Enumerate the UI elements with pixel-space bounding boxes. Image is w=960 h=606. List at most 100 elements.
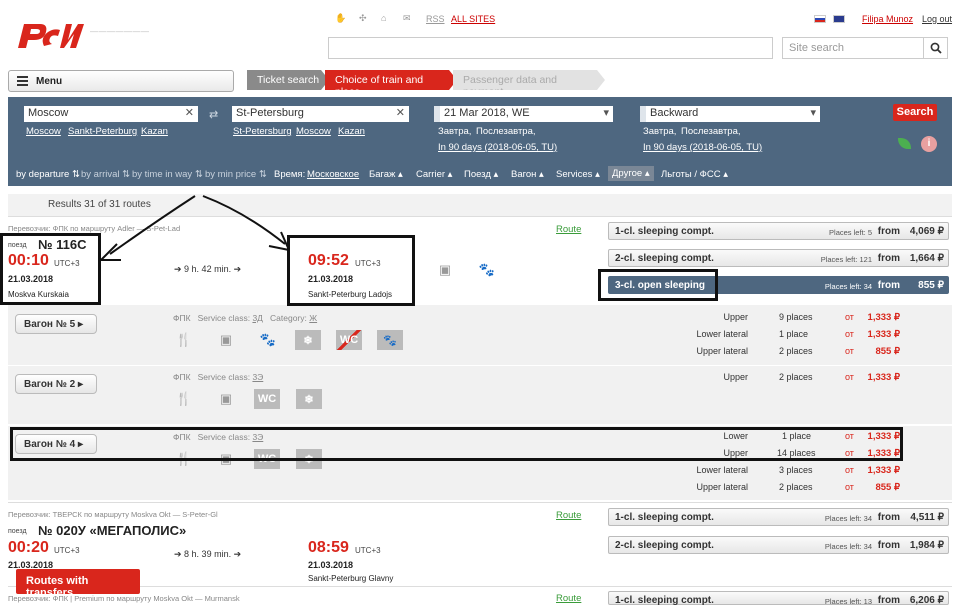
seat-type: Upper lateral [696,482,748,492]
time-label: Время: [274,169,306,180]
accessibility-icon[interactable]: ✋ [335,13,346,24]
date-field[interactable]: 21 Mar 2018, WE ▾ [434,106,613,122]
annotation-arrows [100,195,290,261]
date-tomorrow[interactable]: Завтра, [438,126,471,137]
filter-train[interactable]: Поезд ▴ [464,169,498,180]
search-icon[interactable] [924,37,948,59]
filter-carrier[interactable]: Carrier ▴ [416,169,452,180]
seat-count: 2 places [779,372,813,382]
menu-button[interactable]: Menu [8,70,234,92]
arrival-time: 08:59 [308,539,349,556]
paw-icon: 🐾 [478,262,496,277]
filter-benefits[interactable]: Льготы / ФСС ▴ [661,169,728,180]
filter-other[interactable]: Другое ▴ [608,166,654,181]
sitemap-icon[interactable]: ✣ [359,13,367,24]
top-search-field[interactable] [328,37,773,59]
filter-wagon[interactable]: Вагон ▴ [511,169,544,180]
back-in-90-days[interactable]: In 90 days (2018-06-05, TU) [643,142,762,153]
clear-icon[interactable]: ✕ [185,106,194,119]
seat-price[interactable]: 1,333 ₽ [860,312,900,323]
to-field[interactable]: St-Petersburg ✕ [232,106,409,122]
from-link-spb[interactable]: Sankt-Peterburg [68,126,137,137]
duration: ➔ 8 h. 39 min. ➔ [174,549,242,559]
carrier-info: Перевозчик: ТВЕРСК по маршруту Moskva Ok… [8,510,218,519]
luggage-icon: ▣ [219,391,233,406]
mail-icon[interactable]: ✉ [403,13,411,24]
step-ticket-search[interactable]: Ticket search [247,70,329,90]
seat-type: Upper [723,312,748,322]
seat-price[interactable]: 1,333 ₽ [860,329,900,340]
flag-en-icon[interactable] [833,15,845,23]
annotation-box [0,233,101,305]
class-1-sleeping[interactable]: 1-cl. sleeping compt. Places left: 5 from 4… [608,222,949,240]
price-prefix: от [845,465,854,475]
routes-with-transfers-button[interactable]: Routes with transfers [16,569,140,599]
swap-icon[interactable]: ⇄ [209,108,218,121]
price-prefix: от [845,482,854,492]
user-name-link[interactable]: Filipa Munoz [862,14,913,24]
wagon-meta: ФПК Service class: 3Д Category: Ж [173,313,318,323]
back-tomorrow[interactable]: Завтра, [643,126,676,137]
from-field[interactable]: Moscow ✕ [24,106,198,122]
seat-type: Lower lateral [696,329,748,339]
arrival-date: 21.03.2018 [308,560,354,570]
menu-label: Menu [36,76,63,87]
seat-price[interactable]: 1,333 ₽ [860,372,900,383]
class-2-sleeping[interactable]: 2-cl. sleeping compt. Places left: 121 fro… [608,249,949,267]
seat-price[interactable]: 1,333 ₽ [860,465,900,476]
filter-services[interactable]: Services ▴ [556,169,600,180]
annotation-box [287,235,415,306]
filter-baggage[interactable]: Багаж ▴ [369,169,403,180]
class-1-sleeping[interactable]: 1-cl. sleeping compt. Places left: 34 from… [608,508,949,526]
back-after-tomorrow[interactable]: Послезавтра, [681,126,741,137]
info-icon[interactable]: i [921,136,937,152]
paw-icon: 🐾 [259,332,277,347]
sort-by-time[interactable]: by time in way ⇅ [132,169,203,180]
route-link[interactable]: Route [556,510,581,521]
class-2-sleeping[interactable]: 2-cl. sleeping compt. Places left: 34 from… [608,536,949,554]
route-link[interactable]: Route [556,224,581,235]
price-prefix: от [845,372,854,382]
luggage-icon: ▣ [438,262,452,277]
chevron-down-icon[interactable]: ▾ [810,106,816,119]
flag-ru-icon[interactable] [814,15,826,23]
route-link[interactable]: Route [556,593,581,604]
class-1-sleeping[interactable]: 1-cl. sleeping compt. Places left: 13 from… [608,591,949,606]
step-choice-of-train: Choice of train and place [325,70,457,90]
rzd-logo[interactable] [14,18,86,52]
rss-link[interactable]: RSS [426,14,445,24]
chevron-down-icon[interactable]: ▾ [603,106,609,119]
seat-price[interactable]: 855 ₽ [860,482,900,493]
train-number[interactable]: № 020У «МЕГАПОЛИС» [38,523,186,538]
wagon-5-button[interactable]: Вагон № 5 ▸ [15,314,97,334]
wagon-meta: ФПК Service class: 3Э [173,372,264,382]
all-sites-link[interactable]: ALL SITES [451,14,495,24]
date-after-tomorrow[interactable]: Послезавтра, [476,126,536,137]
snowflake-icon: ❄ [296,389,322,409]
date-in-90-days[interactable]: In 90 days (2018-06-05, TU) [438,142,557,153]
dining-icon: 🍴 [175,332,193,347]
price-prefix: от [845,329,854,339]
timezone: UTC+3 [355,546,381,555]
search-button[interactable]: Search [893,104,937,121]
seat-count: 1 place [779,329,809,339]
home-icon[interactable]: ⌂ [381,13,386,23]
time-value-link[interactable]: Московское [307,169,359,180]
sort-by-departure[interactable]: by departure ⇅ [16,169,80,180]
site-search-input[interactable]: Site search [782,37,924,59]
divider [8,586,952,587]
clear-icon[interactable]: ✕ [396,106,405,119]
backward-field[interactable]: Backward ▾ [640,106,820,122]
to-link-spb[interactable]: St-Petersburg [233,126,292,137]
sort-by-arrival[interactable]: by arrival ⇅ [81,169,130,180]
divider [8,502,952,503]
seat-price[interactable]: 855 ₽ [860,346,900,357]
logout-link[interactable]: Log out [922,14,952,24]
to-link-kazan[interactable]: Kazan [338,126,365,137]
to-link-moscow[interactable]: Moscow [296,126,331,137]
logo-subtitle: ——————— [90,27,150,36]
from-link-moscow[interactable]: Moscow [26,126,61,137]
from-link-kazan[interactable]: Kazan [141,126,168,137]
wagon-2-button[interactable]: Вагон № 2 ▸ [15,374,97,394]
sort-by-price[interactable]: by min price ⇅ [205,169,267,180]
